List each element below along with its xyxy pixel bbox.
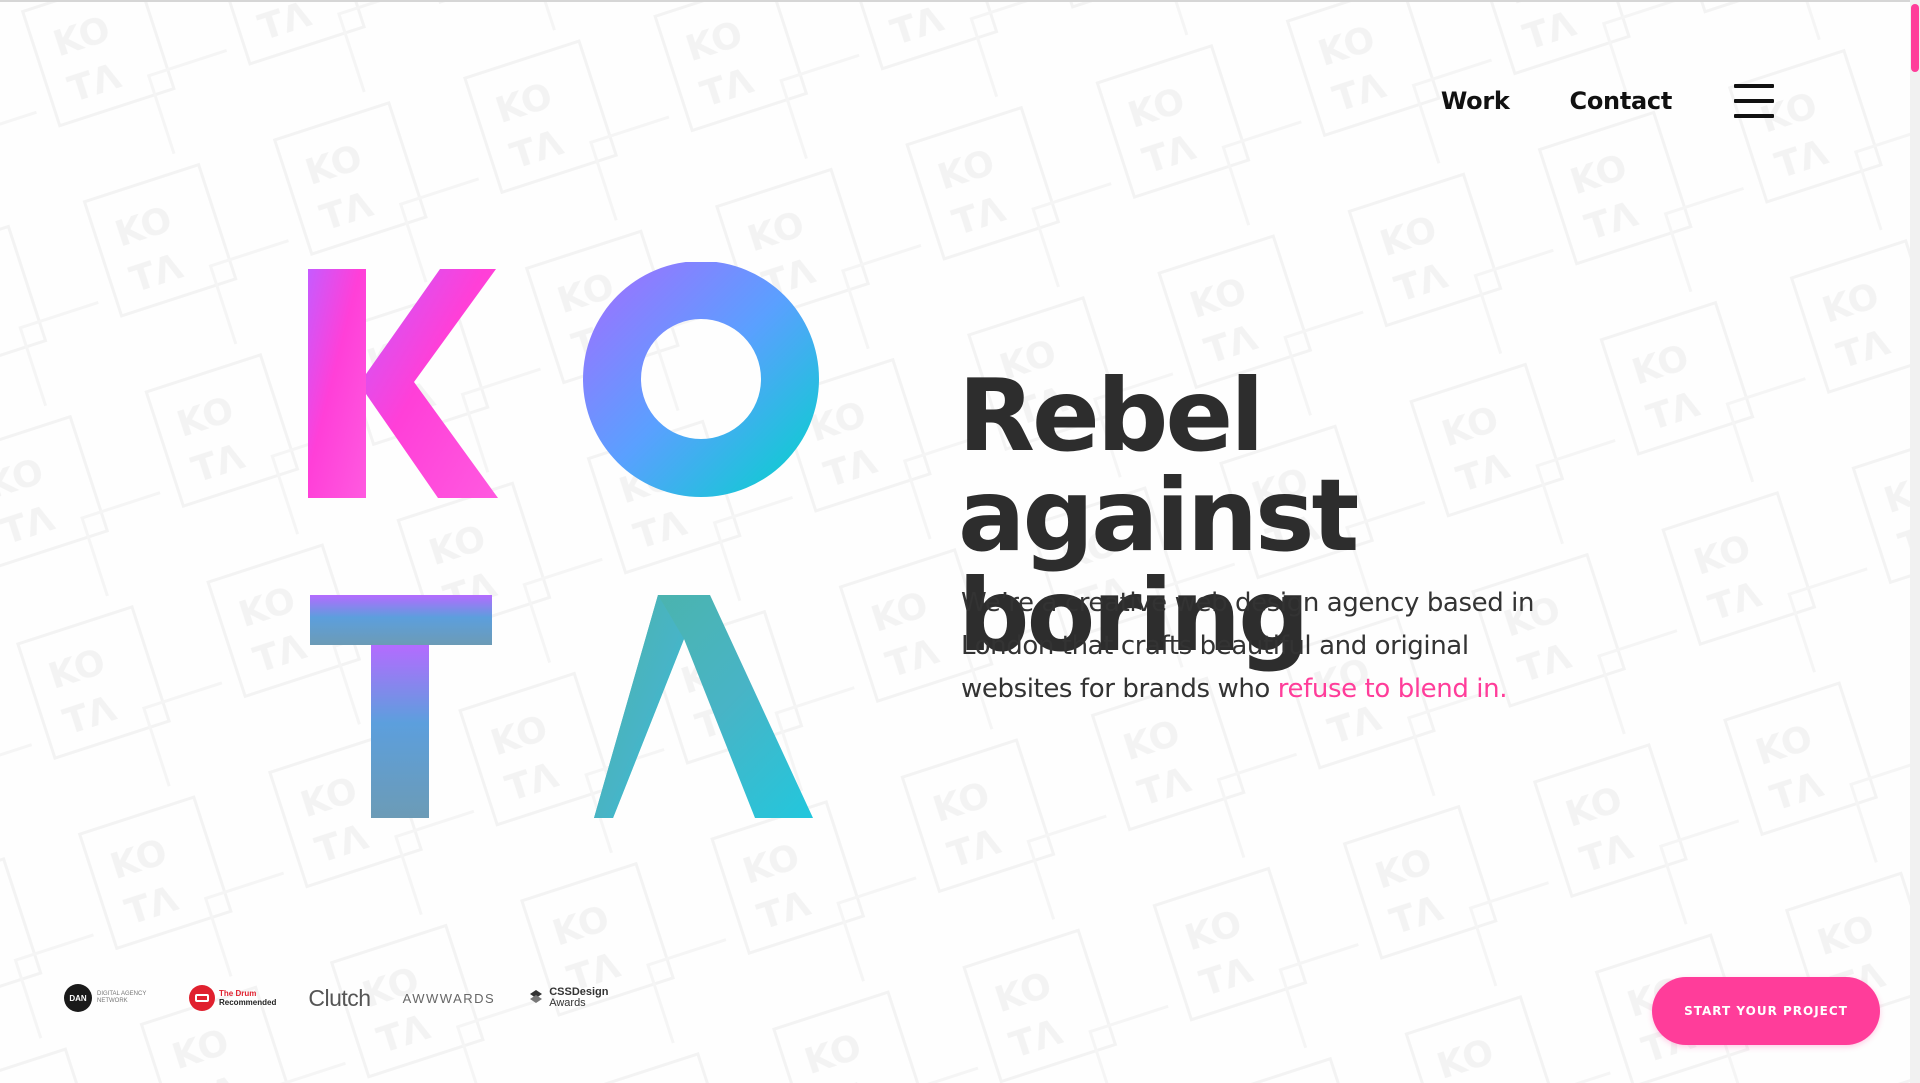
hamburger-line [1734, 99, 1774, 103]
nav-work-link[interactable]: Work [1441, 87, 1510, 115]
page: KO TΛ Work Contact [0, 0, 1920, 1083]
award-clutch[interactable]: Clutch [308, 984, 371, 1012]
dan-logo-icon: DAN [64, 984, 92, 1012]
logo-letter-o [583, 262, 819, 497]
scrollbar-thumb[interactable] [1911, 4, 1919, 72]
cssdesign-label: CSSDesign Awards [549, 987, 608, 1009]
award-the-drum[interactable]: The Drum Recommended [189, 985, 276, 1011]
the-drum-title: The Drum [219, 989, 257, 998]
hamburger-menu-icon[interactable] [1734, 84, 1774, 118]
clutch-logo: Clutch [308, 984, 371, 1011]
main-nav: Work Contact [1441, 84, 1774, 118]
logo-letter-k [308, 269, 498, 498]
logo-letter-lambda [594, 595, 813, 818]
scrollbar[interactable] [1910, 0, 1920, 1083]
cssdesign-logo-icon [530, 990, 543, 1003]
award-awwwards[interactable]: AWWWARDS [403, 991, 496, 1006]
cssdesign-sub: Awards [549, 997, 586, 1009]
hamburger-line [1734, 114, 1774, 118]
the-drum-logo-icon [189, 985, 215, 1011]
top-rule [0, 0, 1920, 2]
hero-title-line1: Rebel against [958, 357, 1359, 574]
the-drum-sub: Recommended [219, 998, 277, 1007]
award-dan[interactable]: DAN Digital Agency Network [64, 984, 157, 1012]
kota-logo [308, 262, 819, 818]
hero-description-accent: refuse to blend in. [1277, 674, 1508, 704]
the-drum-label: The Drum Recommended [219, 989, 276, 1007]
awwwards-logo: AWWWARDS [402, 990, 496, 1006]
hamburger-line [1734, 84, 1774, 88]
award-cssdesign[interactable]: CSSDesign Awards [527, 987, 609, 1009]
nav-contact-link[interactable]: Contact [1570, 87, 1673, 115]
dan-label: Digital Agency Network [97, 991, 147, 1004]
awards-bar: DAN Digital Agency Network The Drum Reco… [64, 980, 641, 1016]
hero-description: We’re a creative web design agency based… [961, 582, 1581, 711]
logo-letter-t [310, 595, 492, 818]
start-project-button[interactable]: Start your project [1652, 977, 1880, 1045]
